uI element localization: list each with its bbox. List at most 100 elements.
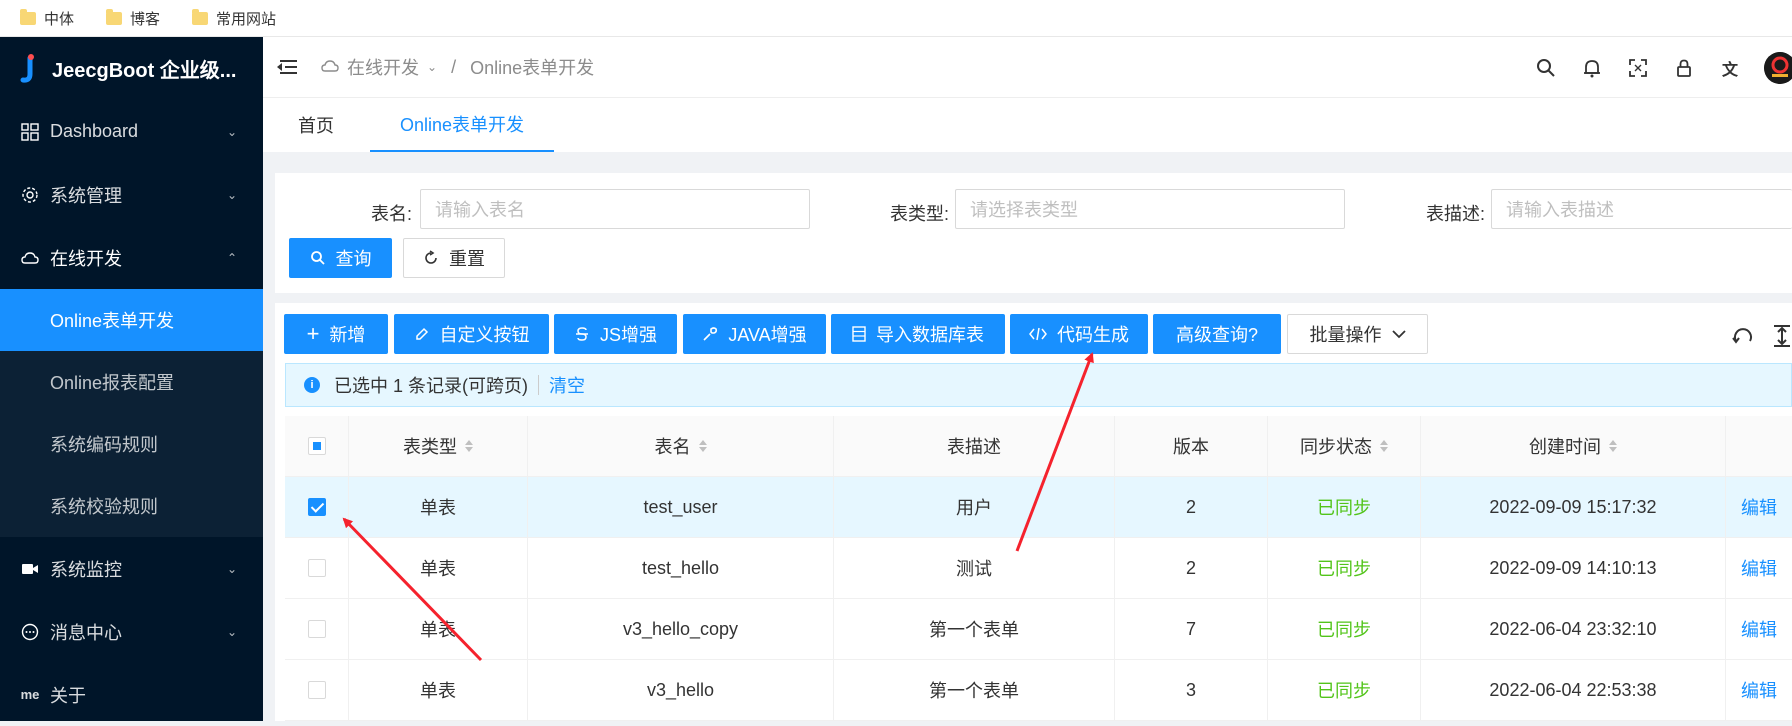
table-name-label: 表名: <box>371 204 413 224</box>
breadcrumb: 在线开发 ⌄ / Online表单开发 <box>321 54 594 80</box>
column-header[interactable]: 同步状态 <box>1268 416 1421 476</box>
query-button[interactable]: 查询 <box>289 238 392 278</box>
column-header[interactable]: 表类型 <box>349 416 528 476</box>
advanced-query-button[interactable]: 高级查询? <box>1153 314 1281 354</box>
row-select-cell <box>285 660 349 720</box>
cell-name: test_hello <box>528 538 834 598</box>
gear-icon <box>20 185 40 205</box>
sidebar-item-online-dev[interactable]: 在线开发 ⌃ <box>0 226 263 289</box>
row-select-cell <box>285 538 349 598</box>
cell-created: 2022-09-09 15:17:32 <box>1421 477 1726 537</box>
column-height-icon[interactable] <box>1772 325 1792 352</box>
tab-home[interactable]: 首页 <box>268 98 364 152</box>
database-icon <box>852 326 866 342</box>
table-name-input[interactable]: 请输入表名 <box>420 189 810 229</box>
java-enhance-button[interactable]: JAVA增强 <box>683 314 826 354</box>
dashboard-icon <box>20 122 40 142</box>
row-checkbox[interactable] <box>307 681 326 699</box>
selection-count-text: 已选中 1 条记录(可跨页) <box>334 376 529 396</box>
row-select-cell <box>285 599 349 659</box>
table-row[interactable]: 单表 test_hello 测试 2 已同步 2022-09-09 14:10:… <box>285 538 1792 599</box>
add-label: 新增 <box>329 325 366 345</box>
table-row[interactable]: 单表 test_user 用户 2 已同步 2022-09-09 15:17:3… <box>285 477 1792 538</box>
import-db-label: 导入数据库表 <box>876 325 984 345</box>
tab-online-form[interactable]: Online表单开发 <box>370 98 555 152</box>
table-desc-input[interactable]: 请输入表描述 <box>1491 189 1792 229</box>
refresh-icon[interactable] <box>1732 326 1754 353</box>
reset-label: 重置 <box>449 249 485 269</box>
menu-fold-icon[interactable] <box>277 58 297 76</box>
search-icon[interactable] <box>1534 56 1558 80</box>
batch-ops-dropdown[interactable]: 批量操作 <box>1287 314 1428 354</box>
select-all-checkbox[interactable] <box>307 437 326 455</box>
sidebar-subitem-online-report[interactable]: Online报表配置 <box>0 351 263 413</box>
column-header: 版本 <box>1115 416 1268 476</box>
cell-desc: 第一个表单 <box>834 599 1115 659</box>
table-type-label: 表类型: <box>890 204 950 224</box>
app-logo[interactable]: JeecgBoot 企业级... <box>0 37 263 100</box>
sidebar-item-label: 系统监控 <box>50 559 122 580</box>
breadcrumb-parent[interactable]: 在线开发 <box>347 54 419 80</box>
clear-selection-link[interactable]: 清空 <box>549 372 585 398</box>
column-header-label: 版本 <box>1173 437 1209 457</box>
bookmark-item[interactable]: 中体 <box>20 8 74 29</box>
edit-link[interactable]: 编辑 <box>1726 660 1792 720</box>
reset-button[interactable]: 重置 <box>403 238 505 278</box>
chevron-down-icon <box>1391 330 1406 339</box>
bookmark-item[interactable]: 博客 <box>106 8 160 29</box>
highlight-icon <box>415 327 428 340</box>
sidebar-subitem-online-form[interactable]: Online表单开发 <box>0 289 263 351</box>
cell-created: 2022-06-04 22:53:38 <box>1421 660 1726 720</box>
sidebar-item-monitor[interactable]: 系统监控 ⌄ <box>0 537 263 600</box>
column-header <box>1726 416 1792 476</box>
code-gen-button[interactable]: 代码生成 <box>1010 314 1148 354</box>
sidebar-subitem-label: 系统编码规则 <box>50 435 158 455</box>
column-header[interactable]: 创建时间 <box>1421 416 1726 476</box>
custom-button-label: 自定义按钮 <box>439 325 530 345</box>
edit-link[interactable]: 编辑 <box>1726 538 1792 598</box>
cell-type: 单表 <box>349 599 528 659</box>
column-header[interactable]: 表名 <box>528 416 834 476</box>
sort-icon <box>1380 440 1388 452</box>
chevron-down-icon: ⌄ <box>226 124 237 139</box>
js-enhance-button[interactable]: JS增强 <box>554 314 677 354</box>
column-header: 表描述 <box>834 416 1115 476</box>
custom-button-button[interactable]: 自定义按钮 <box>394 314 549 354</box>
edit-link[interactable]: 编辑 <box>1726 599 1792 659</box>
app-title: JeecgBoot 企业级... <box>52 60 237 82</box>
table-row[interactable]: 单表 v3_hello 第一个表单 3 已同步 2022-06-04 22:53… <box>285 660 1792 721</box>
online-dev-submenu: Online表单开发 Online报表配置 系统编码规则 系统校验规则 <box>0 289 263 537</box>
fullscreen-icon[interactable] <box>1626 56 1650 80</box>
sidebar-subitem-check-rule[interactable]: 系统校验规则 <box>0 475 263 537</box>
sort-icon <box>465 440 473 452</box>
bookmark-item[interactable]: 常用网站 <box>192 8 276 29</box>
strikethrough-icon <box>575 327 588 341</box>
row-checkbox[interactable] <box>307 498 326 516</box>
bell-icon[interactable] <box>1580 56 1604 80</box>
row-checkbox[interactable] <box>307 620 326 638</box>
cell-desc: 测试 <box>834 538 1115 598</box>
sidebar-item-dashboard[interactable]: Dashboard ⌄ <box>0 100 263 163</box>
cell-name: test_user <box>528 477 834 537</box>
sidebar-item-messages[interactable]: 消息中心 ⌄ <box>0 600 263 663</box>
import-db-button[interactable]: 导入数据库表 <box>831 314 1005 354</box>
chevron-down-icon: ⌄ <box>427 60 438 74</box>
lock-icon[interactable] <box>1672 56 1696 80</box>
sidebar-item-about[interactable]: me 关于 <box>0 663 263 726</box>
sidebar-subitem-code-rule[interactable]: 系统编码规则 <box>0 413 263 475</box>
divider <box>538 375 540 395</box>
edit-link[interactable]: 编辑 <box>1726 477 1792 537</box>
row-checkbox[interactable] <box>307 559 326 577</box>
me-icon: me <box>20 687 40 702</box>
table-row[interactable]: 单表 v3_hello_copy 第一个表单 7 已同步 2022-06-04 … <box>285 599 1792 660</box>
cell-created: 2022-06-04 23:32:10 <box>1421 599 1726 659</box>
translate-icon[interactable]: 文 <box>1718 56 1742 80</box>
folder-icon <box>106 8 123 25</box>
table-type-select[interactable]: 请选择表类型 <box>955 189 1345 229</box>
message-icon <box>20 622 40 642</box>
avatar[interactable] <box>1764 51 1792 84</box>
chevron-down-icon: ⌄ <box>226 187 237 202</box>
add-button[interactable]: + 新增 <box>284 314 388 354</box>
sidebar-item-system[interactable]: 系统管理 ⌄ <box>0 163 263 226</box>
chevron-up-icon: ⌃ <box>226 250 237 265</box>
